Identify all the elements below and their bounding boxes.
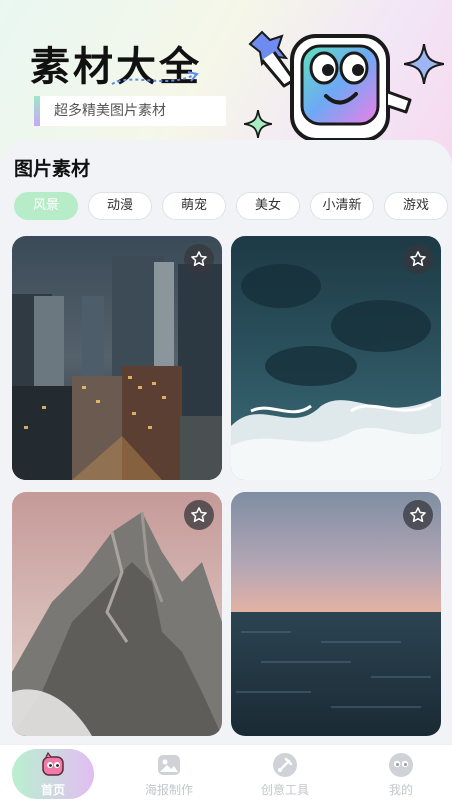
- nav-profile[interactable]: 我的: [356, 745, 446, 800]
- ocean-waves-image: [231, 236, 441, 480]
- brush-tool-icon: [273, 753, 297, 777]
- nav-home-label: 首页: [40, 783, 65, 797]
- favorite-button[interactable]: [184, 500, 214, 530]
- image-card-mountain[interactable]: [12, 492, 222, 736]
- tab-pets[interactable]: 萌宠: [162, 192, 226, 220]
- subtitle-accent-bar: [34, 96, 40, 126]
- tab-games[interactable]: 游戏: [384, 192, 448, 220]
- nav-tools[interactable]: 创意工具: [240, 745, 330, 800]
- tab-fresh[interactable]: 小清新: [310, 192, 374, 220]
- nav-tools-label: 创意工具: [260, 783, 309, 797]
- favorite-button[interactable]: [403, 500, 433, 530]
- home-mascot-icon: [42, 751, 64, 776]
- favorite-button[interactable]: [403, 244, 433, 274]
- sparkle-small-icon: [244, 110, 272, 138]
- star-outline-icon: [191, 507, 207, 523]
- sea-horizon-image: [231, 492, 441, 736]
- star-outline-icon: [410, 251, 426, 267]
- image-card-city[interactable]: [12, 236, 222, 480]
- nav-poster[interactable]: 海报制作: [124, 745, 214, 800]
- tab-beauty[interactable]: 美女: [236, 192, 300, 220]
- category-tabs: 风景 动漫 萌宠 美女 小清新 游戏: [14, 192, 452, 220]
- city-skyline-image: [12, 236, 222, 480]
- image-icon: [158, 755, 180, 775]
- nav-profile-label: 我的: [388, 783, 413, 797]
- image-card-ocean[interactable]: [231, 236, 441, 480]
- sparkle-icon: [404, 44, 444, 84]
- mascot-illustration: [248, 30, 412, 142]
- swoosh-decoration: [111, 71, 199, 85]
- tab-scenery[interactable]: 风景: [14, 192, 78, 220]
- star-outline-icon: [191, 251, 207, 267]
- nav-home[interactable]: 首页: [8, 745, 98, 800]
- mountain-peak-image: [12, 492, 222, 736]
- section-title: 图片素材: [14, 158, 91, 180]
- favorite-button[interactable]: [184, 244, 214, 274]
- tab-anime[interactable]: 动漫: [88, 192, 152, 220]
- nav-poster-label: 海报制作: [144, 783, 193, 797]
- image-card-sea[interactable]: [231, 492, 441, 736]
- subtitle-text: 超多精美图片素材: [54, 103, 166, 119]
- profile-icon: [389, 753, 413, 777]
- star-outline-icon: [410, 507, 426, 523]
- bottom-nav: 首页 海报制作 创意工具 我的: [0, 744, 452, 800]
- subtitle-box: 超多精美图片素材: [34, 96, 226, 126]
